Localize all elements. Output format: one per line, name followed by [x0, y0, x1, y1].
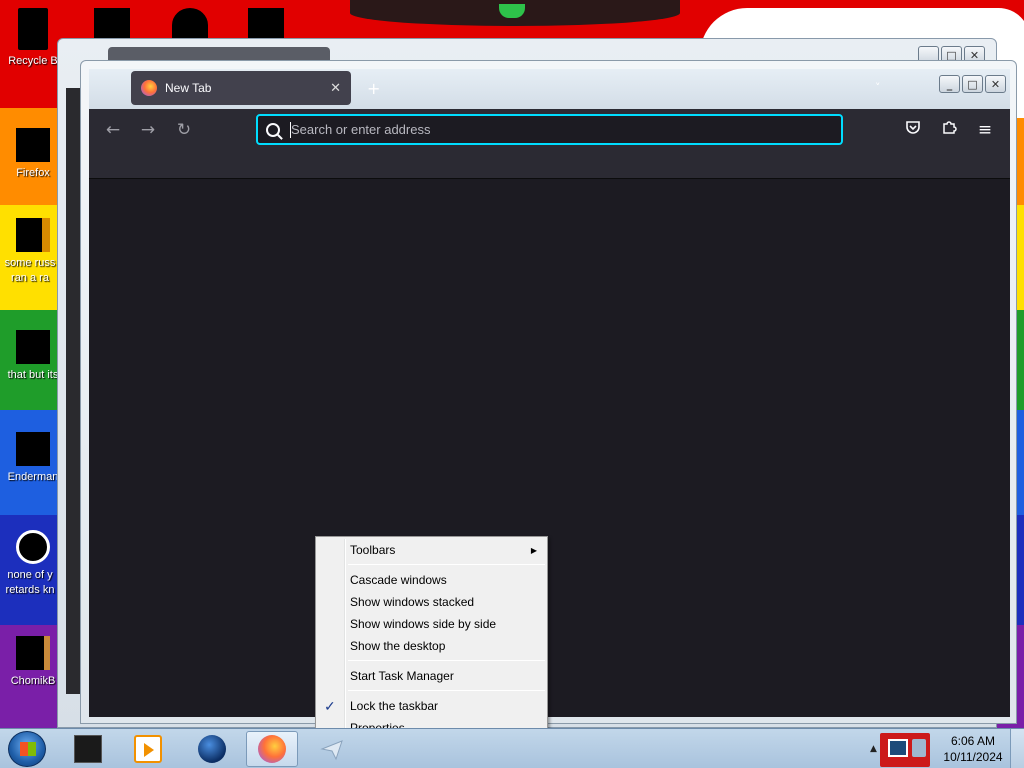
forward-arrow-icon[interactable]: →: [137, 119, 159, 141]
menu-item-label: Show windows stacked: [350, 595, 475, 609]
tab-strip: New Tab ✕ + ˅ _ □ ✕: [89, 69, 1010, 109]
menu-item-label: Show windows side by side: [350, 617, 497, 631]
taskbar-app-media-player[interactable]: [122, 731, 174, 767]
taskbar-app-globe[interactable]: [186, 731, 238, 767]
reload-icon[interactable]: ↻: [173, 119, 195, 141]
menu-item-cascade-windows[interactable]: Cascade windows: [318, 569, 545, 591]
extensions-puzzle-icon[interactable]: [938, 119, 960, 141]
tray-expand-arrow-icon[interactable]: ▲: [870, 744, 877, 754]
tab-title: New Tab: [165, 81, 212, 95]
menu-item-start-task-manager[interactable]: Start Task Manager: [318, 665, 545, 687]
firefox-favicon-icon: [141, 80, 157, 96]
firefox-window[interactable]: New Tab ✕ + ˅ _ □ ✕ ← → ↻ Search or ente…: [80, 60, 1017, 724]
network-icon[interactable]: [888, 739, 908, 757]
navigation-toolbar: ← → ↻ ≡: [89, 109, 1010, 179]
tab-close-icon[interactable]: ✕: [330, 81, 341, 96]
desktop-icon-label: none of y retards kn: [5, 569, 55, 596]
system-tray: ▲: [866, 729, 936, 768]
minimize-button[interactable]: _: [939, 75, 960, 93]
firefox-icon: [258, 735, 286, 763]
list-all-tabs-button[interactable]: ˅: [875, 81, 881, 94]
clock-date: 10/11/2024: [943, 750, 1003, 764]
paper-plane-icon: [320, 740, 343, 761]
windows-logo-icon: [20, 742, 36, 756]
terminal-icon: [74, 735, 102, 763]
menu-hamburger-icon[interactable]: ≡: [974, 119, 996, 141]
document-icon: [16, 218, 50, 252]
window-controls: _ □ ✕: [939, 75, 1006, 93]
opera-icon: [16, 530, 50, 564]
menu-item-label: Start Task Manager: [350, 669, 454, 683]
taskbar-app-terminal[interactable]: [62, 731, 114, 767]
search-icon: [266, 122, 280, 137]
menu-item-toolbars[interactable]: Toolbars ▶: [318, 539, 545, 561]
desktop-icon-browser[interactable]: [172, 8, 208, 42]
menu-separator: [348, 690, 545, 691]
media-player-icon: [134, 735, 162, 763]
taskbar-clock[interactable]: 6:06 AM 10/11/2024: [938, 733, 1008, 765]
taskbar-context-menu: Toolbars ▶ Cascade windows Show windows …: [315, 536, 548, 742]
terminal-icon: [16, 432, 50, 466]
firefox-icon: [16, 128, 50, 162]
volume-icon[interactable]: [912, 739, 926, 757]
desktop-icon-folder[interactable]: [94, 8, 130, 42]
maximize-button[interactable]: □: [962, 75, 983, 93]
firefox-client-area: New Tab ✕ + ˅ _ □ ✕ ← → ↻ Search or ente…: [89, 69, 1010, 717]
desktop-icon-label: some russ ran a ra: [4, 257, 56, 284]
close-button[interactable]: ✕: [985, 75, 1006, 93]
menu-item-show-the-desktop[interactable]: Show the desktop: [318, 635, 545, 657]
clock-time: 6:06 AM: [950, 734, 996, 748]
file-icon: [16, 330, 50, 364]
recycle-bin-icon: [18, 8, 48, 50]
taskbar: ▲ 6:06 AM 10/11/2024: [0, 728, 1024, 768]
taskbar-app-pin[interactable]: [306, 731, 358, 767]
menu-item-label: Lock the taskbar: [350, 699, 439, 713]
desktop-icon-app[interactable]: [248, 8, 284, 42]
submenu-arrow-icon: ▶: [530, 545, 537, 555]
taskbar-app-firefox[interactable]: [246, 731, 298, 767]
menu-separator: [348, 660, 545, 661]
background-window-edge: [66, 88, 80, 694]
pocket-icon[interactable]: [902, 119, 924, 141]
menu-item-label: Toolbars: [350, 543, 396, 557]
menu-separator: [348, 564, 545, 565]
show-desktop-button[interactable]: [1010, 729, 1024, 768]
tab-new-tab[interactable]: New Tab ✕: [131, 71, 351, 105]
new-tab-button[interactable]: +: [367, 79, 380, 98]
globe-icon: [198, 735, 226, 763]
menu-item-label: Cascade windows: [350, 573, 447, 587]
address-bar[interactable]: [256, 114, 843, 145]
wallpaper-dot: [499, 4, 525, 18]
menu-item-show-windows-stacked[interactable]: Show windows stacked: [318, 591, 545, 613]
back-arrow-icon[interactable]: ←: [102, 119, 124, 141]
menu-item-label: Show the desktop: [350, 639, 446, 653]
hamster-app-icon: [16, 636, 50, 670]
search-input[interactable]: [291, 122, 811, 137]
menu-item-lock-the-taskbar[interactable]: ✓ Lock the taskbar: [318, 695, 545, 717]
start-button[interactable]: [8, 731, 46, 767]
checkmark-icon: ✓: [324, 697, 336, 714]
menu-item-show-windows-side-by-side[interactable]: Show windows side by side: [318, 613, 545, 635]
